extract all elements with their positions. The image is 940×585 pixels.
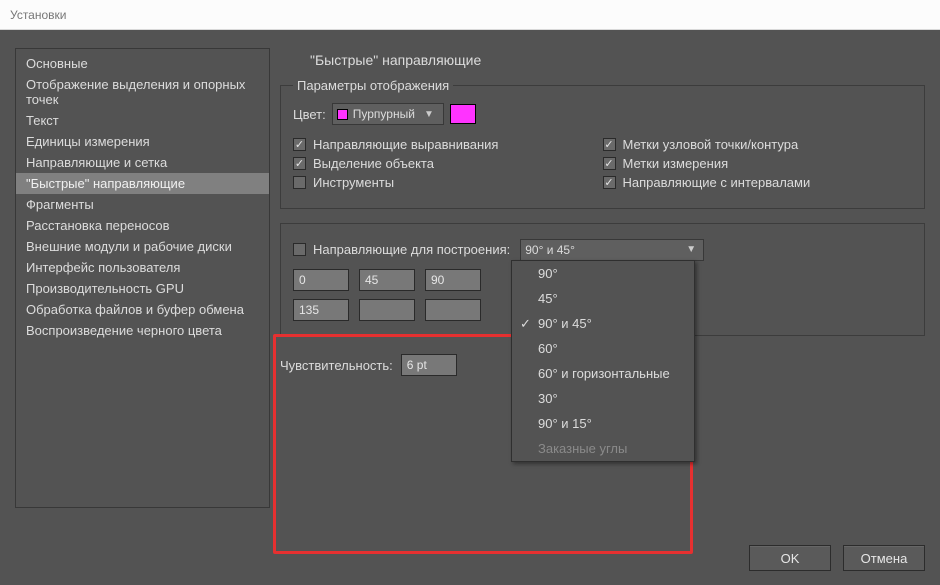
angle-input[interactable] bbox=[293, 269, 349, 291]
sidebar-item[interactable]: Основные bbox=[16, 53, 269, 74]
titlebar: Установки bbox=[0, 0, 940, 30]
checkbox-label: Метки измерения bbox=[623, 156, 729, 171]
preferences-dialog: { "window": { "title": "Установки" }, "s… bbox=[0, 0, 940, 585]
option-checkbox[interactable]: Направляющие выравнивания bbox=[293, 137, 603, 152]
dropdown-item[interactable]: 60° bbox=[512, 336, 694, 361]
checkbox-label: Направляющие выравнивания bbox=[313, 137, 498, 152]
checkbox-label: Инструменты bbox=[313, 175, 394, 190]
construction-guides-label: Направляющие для построения: bbox=[313, 242, 510, 257]
dropdown-item[interactable]: 90° и 15° bbox=[512, 411, 694, 436]
ok-button[interactable]: OK bbox=[749, 545, 831, 571]
sidebar-item[interactable]: Направляющие и сетка bbox=[16, 152, 269, 173]
cancel-button[interactable]: Отмена bbox=[843, 545, 925, 571]
angle-input[interactable] bbox=[359, 269, 415, 291]
color-select[interactable]: Пурпурный ▼ bbox=[332, 103, 444, 125]
option-checkbox[interactable]: Направляющие с интервалами bbox=[603, 175, 913, 190]
display-options-group: Параметры отображения Цвет: Пурпурный ▼ … bbox=[280, 78, 925, 209]
sidebar-item[interactable]: Внешние модули и рабочие диски bbox=[16, 236, 269, 257]
dropdown-item: Заказные углы bbox=[512, 436, 694, 461]
angle-input[interactable] bbox=[425, 299, 481, 321]
dropdown-item[interactable]: 45° bbox=[512, 286, 694, 311]
sidebar-item[interactable]: Расстановка переносов bbox=[16, 215, 269, 236]
sidebar-item[interactable]: Производительность GPU bbox=[16, 278, 269, 299]
angle-preset-dropdown: 90°45°90° и 45°60°60° и горизонтальные30… bbox=[511, 260, 695, 462]
angle-input[interactable] bbox=[359, 299, 415, 321]
construction-guides-group: Направляющие для построения: 90° и 45° ▼… bbox=[280, 223, 925, 336]
option-checkbox[interactable]: Выделение объекта bbox=[293, 156, 603, 171]
dropdown-item[interactable]: 60° и горизонтальные bbox=[512, 361, 694, 386]
display-options-legend: Параметры отображения bbox=[293, 78, 453, 93]
color-swatch-icon bbox=[337, 109, 348, 120]
option-checkbox[interactable]: Инструменты bbox=[293, 175, 603, 190]
angle-preset-select[interactable]: 90° и 45° ▼ bbox=[520, 239, 704, 261]
sensitivity-input[interactable] bbox=[401, 354, 457, 376]
sensitivity-label: Чувствительность: bbox=[280, 358, 393, 373]
color-swatch-button[interactable] bbox=[450, 104, 476, 124]
checkbox-icon bbox=[293, 157, 306, 170]
color-select-value: Пурпурный bbox=[353, 107, 415, 121]
checkbox-label: Метки узловой точки/контура bbox=[623, 137, 799, 152]
sidebar: ОсновныеОтображение выделения и опорных … bbox=[15, 48, 270, 508]
checkbox-icon bbox=[293, 138, 306, 151]
checkbox-icon bbox=[603, 176, 616, 189]
window-title: Установки bbox=[10, 8, 66, 22]
angle-input[interactable] bbox=[425, 269, 481, 291]
color-label: Цвет: bbox=[293, 107, 326, 122]
checkbox-icon bbox=[603, 157, 616, 170]
sidebar-item[interactable]: "Быстрые" направляющие bbox=[16, 173, 269, 194]
angle-preset-value: 90° и 45° bbox=[525, 243, 575, 257]
sidebar-item[interactable]: Интерфейс пользователя bbox=[16, 257, 269, 278]
checkbox-icon bbox=[293, 243, 306, 256]
sidebar-item[interactable]: Единицы измерения bbox=[16, 131, 269, 152]
angle-input[interactable] bbox=[293, 299, 349, 321]
checkbox-label: Выделение объекта bbox=[313, 156, 434, 171]
checkbox-icon bbox=[293, 176, 306, 189]
dropdown-item[interactable]: 90° bbox=[512, 261, 694, 286]
chevron-down-icon: ▼ bbox=[683, 244, 699, 255]
sidebar-item[interactable]: Фрагменты bbox=[16, 194, 269, 215]
main-panel: "Быстрые" направляющие Параметры отображ… bbox=[280, 48, 925, 525]
dialog-body: ОсновныеОтображение выделения и опорных … bbox=[0, 30, 940, 585]
chevron-down-icon: ▼ bbox=[421, 109, 437, 120]
sidebar-item[interactable]: Обработка файлов и буфер обмена bbox=[16, 299, 269, 320]
sidebar-item[interactable]: Текст bbox=[16, 110, 269, 131]
panel-title: "Быстрые" направляющие bbox=[310, 52, 925, 68]
sidebar-item[interactable]: Отображение выделения и опорных точек bbox=[16, 74, 269, 110]
option-checkbox[interactable]: Метки узловой точки/контура bbox=[603, 137, 913, 152]
construction-guides-checkbox[interactable]: Направляющие для построения: bbox=[293, 242, 510, 257]
dropdown-item[interactable]: 30° bbox=[512, 386, 694, 411]
dropdown-item[interactable]: 90° и 45° bbox=[512, 311, 694, 336]
sidebar-item[interactable]: Воспроизведение черного цвета bbox=[16, 320, 269, 341]
dialog-footer: OK Отмена bbox=[749, 545, 925, 571]
option-checkbox[interactable]: Метки измерения bbox=[603, 156, 913, 171]
checkbox-label: Направляющие с интервалами bbox=[623, 175, 811, 190]
checkbox-icon bbox=[603, 138, 616, 151]
